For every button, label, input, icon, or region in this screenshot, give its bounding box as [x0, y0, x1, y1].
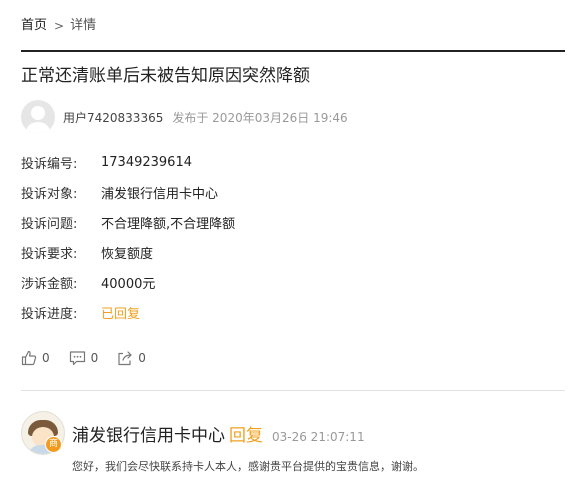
comment-count: 0	[90, 351, 99, 365]
author-username[interactable]: 用户7420833365	[63, 109, 163, 126]
reply-divider	[21, 390, 565, 391]
comment-icon	[69, 351, 85, 366]
complaint-detail-page: 首页 > 详情 正常还清账单后未被告知原因突然降额 用户7420833365 发…	[0, 0, 585, 481]
progress-status: 已回复	[101, 306, 141, 322]
info-label: 投诉进度:	[21, 306, 78, 322]
merchant-badge: 商	[45, 436, 62, 453]
breadcrumb-separator: >	[54, 19, 65, 33]
like-count: 0	[42, 351, 50, 365]
info-row-progress: 投诉进度: 已回复	[21, 297, 235, 327]
breadcrumb: 首页 > 详情	[21, 16, 96, 36]
info-label: 涉诉金额:	[21, 276, 78, 292]
info-value: 40000元	[101, 276, 156, 292]
author-row: 用户7420833365 发布于 2020年03月26日 19:46	[21, 100, 348, 134]
complaint-info: 投诉编号: 17349239614 投诉对象: 浦发银行信用卡中心 投诉问题: …	[21, 147, 235, 327]
reply-text: 您好，我们会尽快联系持卡人本人，感谢贵平台提供的宝贵信息，谢谢。	[72, 460, 424, 473]
breadcrumb-home-link[interactable]: 首页	[21, 16, 47, 36]
reply-tag: 回复	[229, 426, 263, 446]
post-timestamp: 发布于 2020年03月26日 19:46	[172, 110, 348, 125]
info-row-amount: 涉诉金额: 40000元	[21, 267, 235, 297]
reply-author-name[interactable]: 浦发银行信用卡中心	[72, 421, 225, 446]
page-title: 正常还清账单后未被告知原因突然降额	[21, 66, 310, 86]
reply-header: 浦发银行信用卡中心 回复 03-26 21:07:11	[72, 421, 365, 446]
info-row-complaint-target: 投诉对象: 浦发银行信用卡中心	[21, 177, 235, 207]
header-divider	[21, 50, 565, 52]
info-value: 恢复额度	[101, 246, 154, 262]
info-row-complaint-issue: 投诉问题: 不合理降额,不合理降额	[21, 207, 235, 237]
share-icon	[118, 351, 132, 366]
comment-button[interactable]: 0	[69, 350, 99, 366]
user-avatar-icon[interactable]	[21, 100, 55, 134]
like-button[interactable]: 0	[21, 350, 50, 366]
info-label: 投诉要求:	[21, 246, 78, 262]
info-label: 投诉编号:	[21, 156, 78, 172]
share-button[interactable]: 0	[117, 350, 146, 366]
action-bar: 0 0 0	[21, 348, 165, 368]
share-count: 0	[138, 351, 146, 365]
info-value: 17349239614	[101, 154, 192, 170]
info-row-complaint-demand: 投诉要求: 恢复额度	[21, 237, 235, 267]
thumbs-up-icon	[21, 350, 37, 366]
info-value: 不合理降额,不合理降额	[101, 216, 236, 232]
info-label: 投诉问题:	[21, 216, 78, 232]
breadcrumb-current: 详情	[70, 18, 97, 33]
info-row-complaint-number: 投诉编号: 17349239614	[21, 147, 235, 177]
reply-timestamp: 03-26 21:07:11	[272, 430, 365, 444]
info-value: 浦发银行信用卡中心	[101, 186, 219, 202]
info-label: 投诉对象:	[21, 186, 78, 202]
